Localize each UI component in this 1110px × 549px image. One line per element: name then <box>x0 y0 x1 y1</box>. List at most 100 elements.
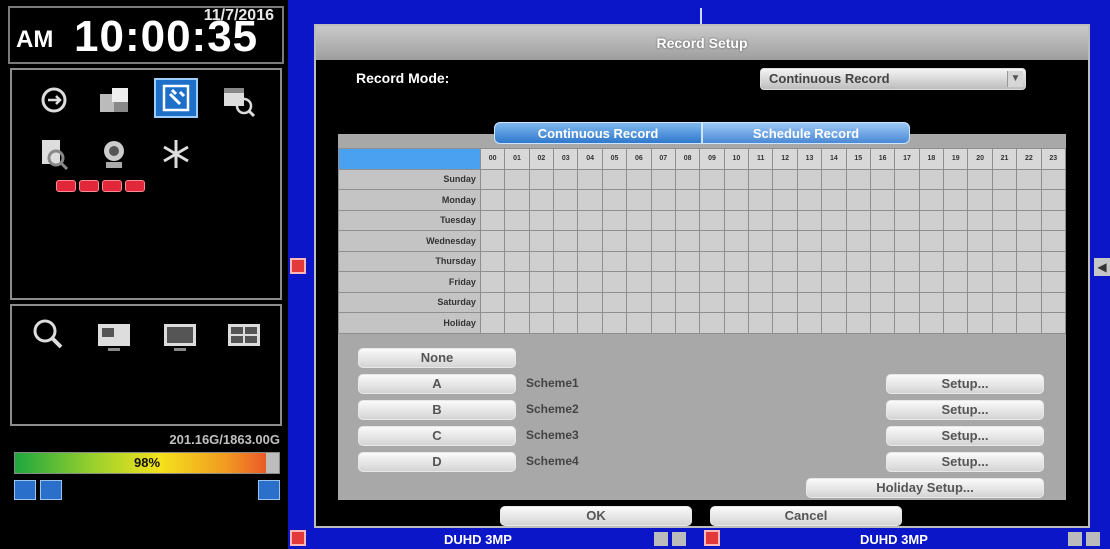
schedule-cell[interactable] <box>821 168 847 190</box>
schedule-cell[interactable] <box>650 250 676 272</box>
schedule-cell[interactable] <box>723 312 750 334</box>
schedule-cell[interactable] <box>967 209 993 231</box>
schedule-cell[interactable] <box>869 312 896 334</box>
usb-icon[interactable] <box>40 480 62 500</box>
chevron-down-icon[interactable]: ▼ <box>1007 71 1023 87</box>
schedule-cell[interactable] <box>553 312 579 334</box>
schedule-cell[interactable] <box>601 230 628 252</box>
schedule-cell[interactable] <box>991 230 1018 252</box>
schedule-cell[interactable] <box>943 312 969 334</box>
schedule-cell[interactable] <box>796 312 823 334</box>
schedule-cell[interactable] <box>1016 230 1042 252</box>
ok-button[interactable]: OK <box>500 506 692 526</box>
schedule-cell[interactable] <box>748 271 774 293</box>
schedule-cell[interactable] <box>918 168 945 190</box>
schedule-cell[interactable] <box>943 250 969 272</box>
schedule-cell[interactable] <box>845 189 871 211</box>
schedule-cell[interactable] <box>1016 312 1042 334</box>
schedule-cell[interactable] <box>626 271 652 293</box>
schedule-cell[interactable] <box>650 230 676 252</box>
schedule-cell[interactable] <box>991 168 1018 190</box>
schedule-cell[interactable] <box>772 271 798 293</box>
schedule-cell[interactable] <box>772 168 798 190</box>
schedule-cell[interactable] <box>553 209 579 231</box>
schedule-cell[interactable] <box>626 250 652 272</box>
schedule-cell[interactable] <box>796 250 823 272</box>
schedule-cell[interactable] <box>991 271 1018 293</box>
schedule-cell[interactable] <box>674 230 701 252</box>
schedule-cell[interactable] <box>650 209 676 231</box>
schedule-cell[interactable] <box>699 312 725 334</box>
schedule-cell[interactable] <box>918 271 945 293</box>
schedule-cell[interactable] <box>577 271 603 293</box>
schedule-cell[interactable] <box>577 250 603 272</box>
schedule-cell[interactable] <box>845 250 871 272</box>
collapse-arrow-icon[interactable]: ◀ <box>1094 258 1110 276</box>
schedule-cell[interactable] <box>821 250 847 272</box>
schedule-cell[interactable] <box>943 271 969 293</box>
zoom-icon[interactable] <box>26 314 70 354</box>
schedule-cell[interactable] <box>1016 291 1042 313</box>
schedule-cell[interactable] <box>894 250 920 272</box>
network-icon[interactable] <box>14 480 36 500</box>
schedule-cell[interactable] <box>1016 250 1042 272</box>
schedule-cell[interactable] <box>748 209 774 231</box>
schedule-cell[interactable] <box>479 230 506 252</box>
schedule-cell[interactable] <box>869 291 896 313</box>
schedule-cell[interactable] <box>479 209 506 231</box>
schedule-cell[interactable] <box>991 312 1018 334</box>
schedule-cell[interactable] <box>845 291 871 313</box>
schedule-cell[interactable] <box>772 189 798 211</box>
schedule-cell[interactable] <box>869 230 896 252</box>
schedule-cell[interactable] <box>967 230 993 252</box>
schedule-cell[interactable] <box>699 230 725 252</box>
schedule-cell[interactable] <box>894 291 920 313</box>
schedule-cell[interactable] <box>504 271 530 293</box>
schedule-cell[interactable] <box>943 230 969 252</box>
schedule-cell[interactable] <box>699 291 725 313</box>
schedule-cell[interactable] <box>626 312 652 334</box>
scheme-b-button[interactable]: B <box>358 400 516 420</box>
schedule-cell[interactable] <box>796 168 823 190</box>
schedule-cell[interactable] <box>504 291 530 313</box>
schedule-cell[interactable] <box>967 168 993 190</box>
schedule-search-icon[interactable] <box>216 80 260 120</box>
schedule-cell[interactable] <box>894 168 920 190</box>
schedule-cell[interactable] <box>723 250 750 272</box>
schedule-cell[interactable] <box>943 291 969 313</box>
schedule-cell[interactable] <box>869 271 896 293</box>
schedule-cell[interactable] <box>577 209 603 231</box>
schedule-cell[interactable] <box>918 230 945 252</box>
schedule-cell[interactable] <box>674 271 701 293</box>
schedule-cell[interactable] <box>1016 189 1042 211</box>
schedule-cell[interactable] <box>674 168 701 190</box>
schedule-cell[interactable] <box>991 189 1018 211</box>
schedule-cell[interactable] <box>796 209 823 231</box>
schedule-cell[interactable] <box>674 189 701 211</box>
schedule-cell[interactable] <box>650 168 676 190</box>
quad-view-icon[interactable] <box>222 316 266 356</box>
schedule-cell[interactable] <box>869 209 896 231</box>
schedule-cell[interactable] <box>650 291 676 313</box>
tab-continuous-record[interactable]: Continuous Record <box>494 122 702 144</box>
schedule-cell[interactable] <box>772 230 798 252</box>
schedule-cell[interactable] <box>553 250 579 272</box>
schedule-cell[interactable] <box>991 209 1018 231</box>
schedule-cell[interactable] <box>845 271 871 293</box>
schedule-cell[interactable] <box>967 250 993 272</box>
schedule-cell[interactable] <box>479 250 506 272</box>
schedule-cell[interactable] <box>772 209 798 231</box>
schedule-cell[interactable] <box>821 291 847 313</box>
schedule-cell[interactable] <box>601 168 628 190</box>
schedule-cell[interactable] <box>967 312 993 334</box>
schedule-cell[interactable] <box>943 189 969 211</box>
schedule-cell[interactable] <box>528 168 555 190</box>
schedule-cell[interactable] <box>504 168 530 190</box>
schedule-cell[interactable] <box>577 291 603 313</box>
schedule-cell[interactable] <box>772 250 798 272</box>
schedule-cell[interactable] <box>601 189 628 211</box>
schedule-cell[interactable] <box>991 250 1018 272</box>
folder-icon[interactable] <box>92 80 136 120</box>
record-icon[interactable] <box>154 78 198 118</box>
schedule-cell[interactable] <box>918 209 945 231</box>
